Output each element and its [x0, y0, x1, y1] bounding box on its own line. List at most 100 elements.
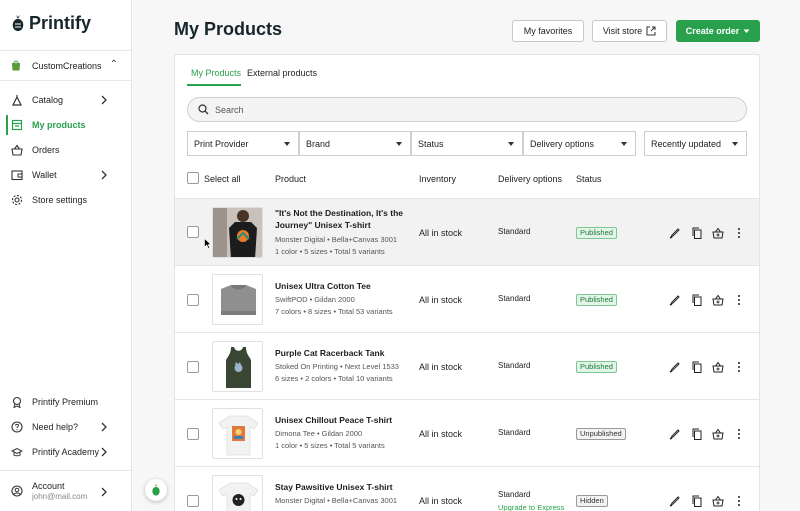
filter-print-provider[interactable]: Print Provider: [187, 131, 299, 156]
product-name[interactable]: Stay Pawsitive Unisex T-shirt: [275, 481, 410, 493]
product-name[interactable]: "It's Not the Destination, It's the Journ…: [275, 207, 410, 231]
help-icon: [11, 421, 23, 433]
row-checkbox[interactable]: [187, 226, 199, 238]
duplicate-icon[interactable]: [691, 495, 703, 507]
more-options-icon[interactable]: [733, 428, 745, 440]
edit-brush-icon[interactable]: [669, 361, 681, 373]
product-thumbnail[interactable]: [212, 475, 263, 511]
table-row[interactable]: Stay Pawsitive Unisex T-shirt Monster Di…: [175, 466, 759, 511]
delivery-value: Standard: [498, 428, 531, 437]
help-chat-button[interactable]: [145, 479, 167, 501]
order-basket-icon[interactable]: [712, 294, 724, 306]
delivery-value: Standard: [498, 294, 531, 303]
account-menu[interactable]: Account john@mail.com: [0, 470, 132, 511]
search-placeholder: Search: [215, 104, 244, 115]
external-link-icon: [646, 26, 656, 36]
sort-select[interactable]: Recently updated: [644, 131, 747, 156]
table-row[interactable]: Unisex Ultra Cotton Tee SwiftPOD • Gilda…: [175, 265, 759, 332]
duplicate-icon[interactable]: [691, 227, 703, 239]
product-image: [213, 275, 262, 324]
product-thumbnail[interactable]: [212, 207, 263, 258]
edit-brush-icon[interactable]: [669, 294, 681, 306]
sidebar-item-printify-academy[interactable]: Printify Academy: [0, 440, 132, 464]
order-basket-icon[interactable]: [712, 361, 724, 373]
filter-label: Delivery options: [530, 138, 595, 149]
sidebar-item-label: Catalog: [32, 95, 64, 105]
product-thumbnail[interactable]: [212, 408, 263, 459]
order-basket-icon[interactable]: [712, 495, 724, 507]
product-image: [213, 409, 262, 458]
product-name[interactable]: Unisex Chillout Peace T-shirt: [275, 414, 410, 426]
select-all-checkbox[interactable]: [187, 172, 199, 184]
product-provider: SwiftPOD • Gildan 2000: [275, 295, 355, 304]
sidebar-item-my-products[interactable]: My products: [0, 113, 132, 137]
column-header-status: Status: [576, 174, 602, 184]
create-order-label: Create order: [685, 26, 740, 36]
more-options-icon[interactable]: [733, 294, 745, 306]
filter-label: Print Provider: [194, 138, 249, 149]
products-icon: [11, 119, 23, 131]
row-checkbox[interactable]: [187, 361, 199, 373]
filter-delivery-options[interactable]: Delivery options: [523, 131, 636, 156]
filter-status[interactable]: Status: [411, 131, 523, 156]
tab-my-products[interactable]: My Products: [191, 68, 241, 78]
more-options-icon[interactable]: [733, 227, 745, 239]
product-variants: 1 color • 5 sizes • Total 5 variants: [275, 247, 385, 256]
tab-external-products[interactable]: External products: [247, 68, 317, 78]
status-badge: Unpublished: [576, 428, 626, 440]
search-input[interactable]: Search: [187, 97, 747, 122]
duplicate-icon[interactable]: [691, 294, 703, 306]
row-checkbox[interactable]: [187, 495, 199, 507]
sidebar: Printify CustomCreations ⌃ Catalog My pr…: [0, 0, 132, 511]
sidebar-item-store-settings[interactable]: Store settings: [0, 188, 132, 212]
table-row[interactable]: "It's Not the Destination, It's the Journ…: [175, 198, 759, 265]
product-name[interactable]: Unisex Ultra Cotton Tee: [275, 280, 410, 292]
product-name[interactable]: Purple Cat Racerback Tank: [275, 347, 410, 359]
my-favorites-button[interactable]: My favorites: [512, 20, 584, 42]
duplicate-icon[interactable]: [691, 428, 703, 440]
store-switcher[interactable]: CustomCreations ⌃: [0, 50, 132, 81]
caret-down-icon: [284, 142, 290, 146]
more-options-icon[interactable]: [733, 495, 745, 507]
sidebar-item-wallet[interactable]: Wallet: [0, 163, 132, 187]
printify-logo-icon: [152, 484, 160, 496]
inventory-value: All in stock: [419, 362, 463, 372]
sidebar-item-catalog[interactable]: Catalog: [0, 88, 132, 112]
more-options-icon[interactable]: [733, 361, 745, 373]
search-icon: [198, 104, 209, 115]
account-label: Account: [32, 481, 65, 491]
wallet-icon: [11, 170, 23, 181]
visit-store-button[interactable]: Visit store: [592, 20, 667, 42]
delivery-value: Standard: [498, 490, 531, 499]
filter-label: Status: [418, 138, 444, 149]
table-row[interactable]: Purple Cat Racerback Tank Stoked On Prin…: [175, 332, 759, 399]
order-basket-icon[interactable]: [712, 428, 724, 440]
sidebar-item-printify-premium[interactable]: Printify Premium: [0, 390, 132, 414]
edit-brush-icon[interactable]: [669, 227, 681, 239]
row-checkbox[interactable]: [187, 294, 199, 306]
printify-logo[interactable]: Printify: [11, 13, 91, 34]
row-checkbox[interactable]: [187, 428, 199, 440]
caret-down-icon: [396, 142, 402, 146]
select-all-label: Select all: [204, 174, 241, 184]
product-thumbnail[interactable]: [212, 274, 263, 325]
filter-brand[interactable]: Brand: [299, 131, 411, 156]
order-basket-icon[interactable]: [712, 227, 724, 239]
upgrade-to-express-link[interactable]: Upgrade to Express: [498, 503, 564, 511]
product-name-line1: "It's Not the Destination, It's the: [275, 208, 404, 218]
product-thumbnail[interactable]: [212, 341, 263, 392]
duplicate-icon[interactable]: [691, 361, 703, 373]
edit-brush-icon[interactable]: [669, 495, 681, 507]
product-image: [213, 476, 262, 511]
edit-brush-icon[interactable]: [669, 428, 681, 440]
catalog-icon: [12, 95, 22, 106]
create-order-button[interactable]: Create order: [676, 20, 760, 42]
my-favorites-label: My favorites: [523, 26, 573, 36]
chevron-right-icon: [101, 487, 107, 497]
inventory-value: All in stock: [419, 496, 463, 506]
delivery-value: Standard: [498, 227, 531, 236]
sidebar-item-orders[interactable]: Orders: [0, 138, 132, 162]
sidebar-item-need-help[interactable]: Need help?: [0, 415, 132, 439]
table-row[interactable]: Unisex Chillout Peace T-shirt Dimona Tee…: [175, 399, 759, 466]
gear-icon: [11, 194, 23, 206]
